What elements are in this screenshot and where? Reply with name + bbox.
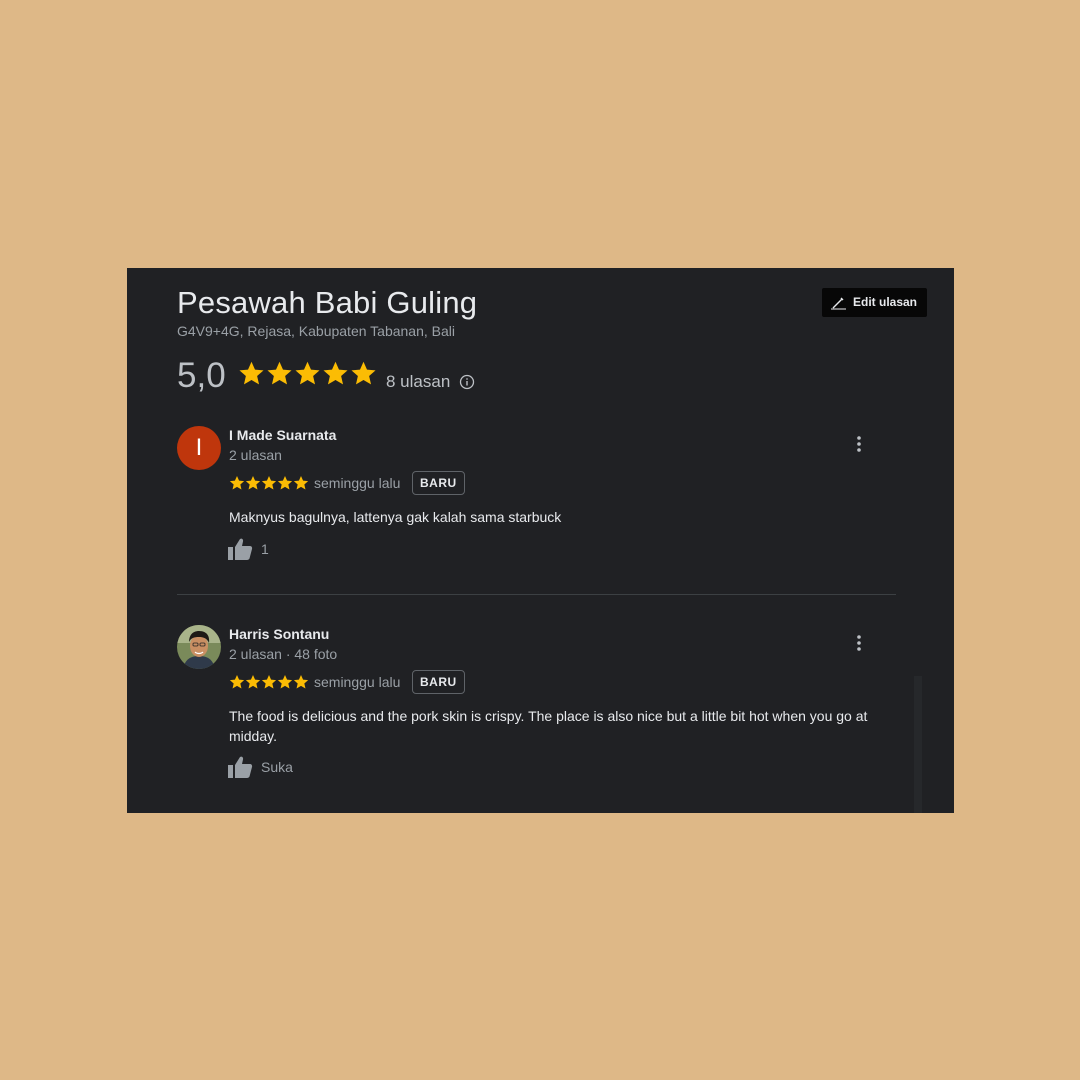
- star-icon: [229, 675, 245, 689]
- star-icon: [245, 675, 261, 689]
- review-item: I I Made Suarnata 2 ulasan seminggu lalu…: [127, 426, 954, 576]
- more-options-icon[interactable]: [855, 633, 863, 653]
- star-icon: [293, 476, 309, 490]
- star-icon: [261, 476, 277, 490]
- reviewer-name[interactable]: I Made Suarnata: [229, 427, 336, 443]
- place-name: Pesawah Babi Guling: [177, 285, 478, 320]
- review-divider: [177, 594, 896, 595]
- star-icon: [229, 476, 245, 490]
- avatar[interactable]: [177, 625, 221, 669]
- new-badge: BARU: [412, 471, 465, 495]
- review-time: seminggu lalu: [314, 475, 401, 491]
- reviewer-name[interactable]: Harris Sontanu: [229, 626, 329, 642]
- place-address: G4V9+4G, Rejasa, Kabupaten Tabanan, Bali: [177, 323, 455, 339]
- reviews-panel: Pesawah Babi Guling G4V9+4G, Rejasa, Kab…: [127, 268, 954, 813]
- like-button[interactable]: Suka: [227, 755, 293, 779]
- thumbs-up-icon: [228, 538, 253, 560]
- star-icon: [261, 675, 277, 689]
- star-icon: [245, 476, 261, 490]
- reviewer-meta: 2 ulasan · 48 foto: [229, 646, 338, 662]
- review-count[interactable]: 8 ulasan: [386, 372, 450, 392]
- review-time: seminggu lalu: [314, 674, 401, 690]
- like-button[interactable]: 1: [227, 537, 269, 561]
- like-label: Suka: [261, 759, 293, 775]
- star-icon: [295, 361, 320, 385]
- info-icon[interactable]: [459, 374, 475, 390]
- pencil-icon: [831, 297, 846, 310]
- edit-review-button[interactable]: Edit ulasan: [822, 288, 927, 317]
- new-badge: BARU: [412, 670, 465, 694]
- star-icon: [239, 361, 264, 385]
- reviewer-meta: 2 ulasan: [229, 447, 282, 463]
- star-icon: [277, 476, 293, 490]
- more-options-icon[interactable]: [855, 434, 863, 454]
- star-icon: [351, 361, 376, 385]
- review-item: Harris Sontanu 2 ulasan · 48 foto seming…: [127, 625, 954, 805]
- review-text: Maknyus bagulnya, lattenya gak kalah sam…: [229, 509, 562, 525]
- like-count: 1: [261, 541, 269, 557]
- edit-review-label: Edit ulasan: [853, 295, 918, 309]
- review-stars: [229, 475, 309, 491]
- star-icon: [323, 361, 348, 385]
- review-stars: [229, 674, 309, 690]
- overall-stars: [238, 360, 377, 387]
- star-icon: [267, 361, 292, 385]
- star-icon: [277, 675, 293, 689]
- avatar[interactable]: I: [177, 426, 221, 470]
- user-photo-icon: [177, 625, 221, 669]
- thumbs-up-icon: [228, 756, 253, 778]
- overall-rating: 5,0: [177, 356, 226, 395]
- star-icon: [293, 675, 309, 689]
- review-text: The food is delicious and the pork skin …: [229, 708, 868, 744]
